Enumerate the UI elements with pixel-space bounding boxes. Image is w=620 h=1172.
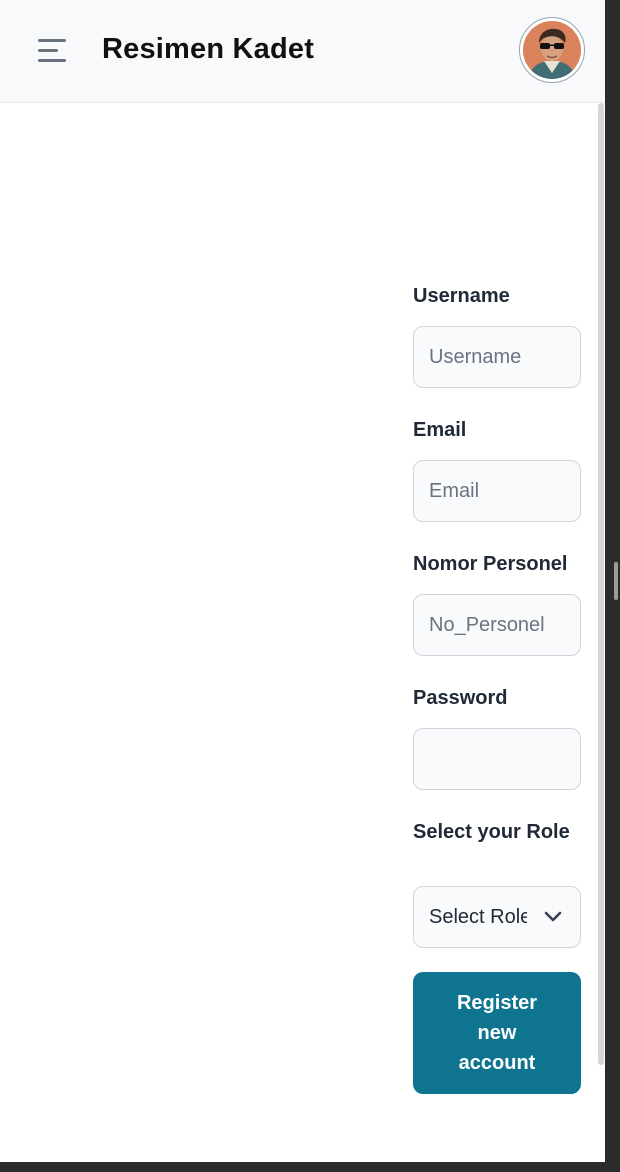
username-label: Username <box>413 285 510 307</box>
email-label: Email <box>413 419 467 441</box>
password-input[interactable] <box>413 728 581 790</box>
hamburger-menu-icon[interactable] <box>36 38 70 66</box>
role-select[interactable]: Select Role <box>413 886 581 948</box>
password-label: Password <box>413 687 508 709</box>
role-select-value: Select Role <box>429 906 527 928</box>
window-resize-handle[interactable] <box>614 562 618 600</box>
register-button[interactable]: Register new account <box>413 972 581 1094</box>
personnel-number-label: Nomor Personel <box>413 553 568 575</box>
email-input[interactable] <box>413 460 581 522</box>
brand-title: Resimen Kadet <box>102 33 315 65</box>
scrollbar[interactable] <box>598 103 604 1065</box>
top-navbar: Resimen Kadet <box>0 0 605 103</box>
browser-viewport: Resimen Kadet Username Username Email Em… <box>0 0 605 1162</box>
chevron-down-icon <box>544 911 562 922</box>
user-avatar-icon <box>523 21 581 79</box>
personnel-number-input[interactable] <box>413 594 581 656</box>
username-input[interactable] <box>413 326 581 388</box>
role-label: Select your Role <box>413 821 570 843</box>
user-avatar[interactable] <box>519 17 585 83</box>
